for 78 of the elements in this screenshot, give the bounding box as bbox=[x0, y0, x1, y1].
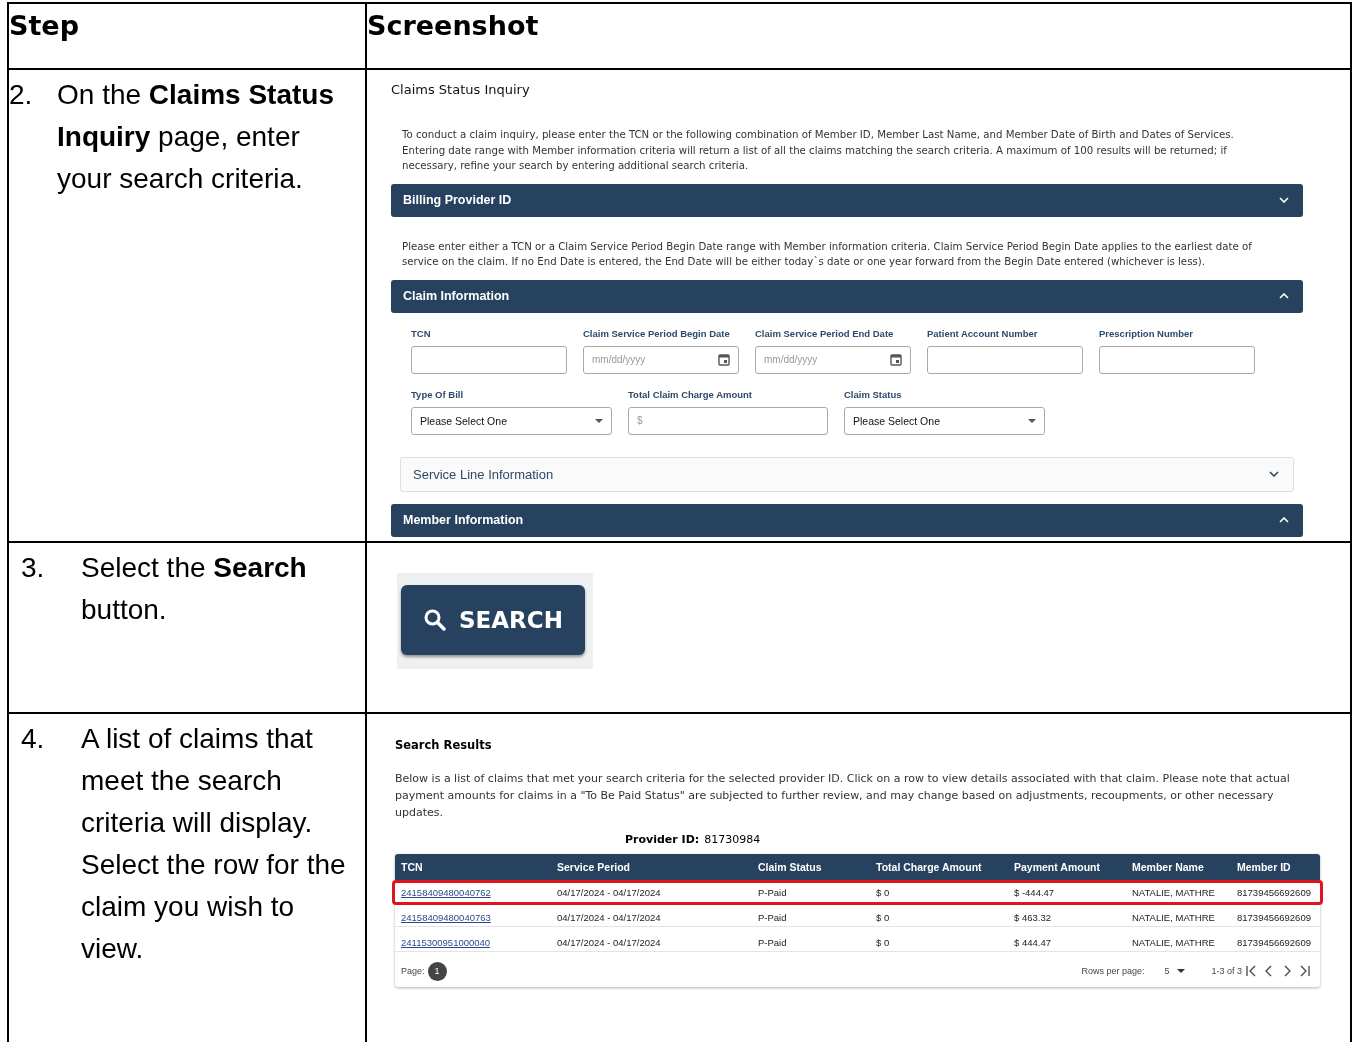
claim-row[interactable]: 24158409480040763 04/17/2024 - 04/17/2024 P-Paid $ 0 $ 463.32 NATALIE, MATHRE 81739456692609 bbox=[392, 905, 1323, 930]
table-cell-text: $ 0 bbox=[876, 937, 891, 948]
table-cell-text: 04/17/2024 - 04/17/2024 bbox=[557, 912, 662, 923]
field-label: Claim Service Period Begin Date bbox=[583, 326, 731, 340]
page-number[interactable]: 1 bbox=[427, 961, 447, 981]
input-field[interactable] bbox=[411, 345, 567, 374]
claim-row[interactable]: 24115300951000040 04/17/2024 - 04/17/2024 P-Paid $ 0 $ 444.47 NATALIE, MATHRE 81739456692609 bbox=[392, 930, 1323, 955]
input-field[interactable] bbox=[1099, 345, 1255, 374]
dropdown[interactable]: Please Select One bbox=[844, 406, 1045, 435]
field-label: Total Claim Charge Amount bbox=[628, 387, 754, 401]
table-cell-text: NATALIE, MATHRE bbox=[1132, 937, 1216, 948]
table-cell-text: 81739456692609 bbox=[1237, 937, 1312, 948]
page-range: 1-3 of 3 bbox=[1211, 966, 1242, 976]
section-header[interactable]: Member Information bbox=[391, 503, 1303, 537]
collapse-icon[interactable] bbox=[1279, 293, 1289, 299]
caret-icon bbox=[595, 418, 603, 423]
intro-text: To conduct a claim inquiry, please enter the TCN or the following combination of Member ID, Member Last Name, and Member Date of Birth and Dates of Services. Entering date range with Member information criteria will return a list of all the claims matching the search criteria. A maximum of 100 results will be returned; if necessary, refine your search by entering additional search criteria. bbox=[402, 128, 1235, 173]
search-button[interactable]: SEARCH bbox=[401, 585, 585, 655]
column-header: Total Charge Amount bbox=[876, 861, 983, 873]
table-cell-text: P-Paid bbox=[758, 912, 788, 923]
table-cell-text: 04/17/2024 - 04/17/2024 bbox=[557, 937, 662, 948]
table-cell-text: $ -444.47 bbox=[1014, 887, 1056, 898]
caret-icon bbox=[1028, 418, 1036, 423]
instruction-text: Please enter either a TCN or a Claim Service Period Begin Date range with Member information criteria. Claim Service Period Begin Date applies to the earliest date of service on the claim. If no End Date is entered, the End Date will be either today`s date or one year forward from the Begin Date entered (whichever is less). bbox=[402, 239, 1253, 269]
field-label: Claim Service Period End Date bbox=[755, 326, 895, 340]
table-cell-text: $ 463.32 bbox=[1014, 912, 1052, 923]
table-cell-text: $ 444.47 bbox=[1014, 937, 1052, 948]
step-text: On the Claims Status Inquiry page, enter your search criteria. bbox=[57, 78, 335, 196]
step-text: Select the Search button. bbox=[81, 551, 308, 627]
collapse-icon[interactable] bbox=[1279, 517, 1289, 523]
column-header: TCN bbox=[401, 861, 424, 873]
step-text: A list of claims that meet the search criteria will display. Select the row for the claim you wish to view. bbox=[81, 722, 347, 966]
table-cell-text: NATALIE, MATHRE bbox=[1132, 887, 1216, 898]
table-cell-text: 81739456692609 bbox=[1237, 887, 1312, 898]
section-header[interactable]: Service Line Information bbox=[400, 456, 1294, 492]
table-cell-text: 04/17/2024 - 04/17/2024 bbox=[557, 887, 662, 898]
input-field[interactable] bbox=[927, 345, 1083, 374]
rows-per-page-select[interactable]: 5 bbox=[1164, 966, 1186, 976]
column-header: Claim Status bbox=[758, 861, 823, 873]
field-label: Type Of Bill bbox=[411, 387, 465, 401]
step-number: 3. bbox=[20, 551, 46, 585]
table-cell-text: P-Paid bbox=[758, 887, 788, 898]
section-header[interactable]: Billing Provider ID bbox=[391, 183, 1303, 217]
column-header: Service Period bbox=[557, 861, 631, 873]
tcn-link[interactable]: 24158409480040763 bbox=[401, 912, 557, 923]
step-number: 2. bbox=[9, 78, 34, 112]
field-label: TCN bbox=[411, 326, 432, 340]
dropdown[interactable]: Please Select One bbox=[411, 406, 612, 435]
calendar-icon[interactable] bbox=[890, 353, 902, 366]
table-cell-text: NATALIE, MATHRE bbox=[1132, 912, 1216, 923]
provider-id: 81730984 bbox=[704, 833, 761, 846]
column-header: Screenshot bbox=[367, 10, 539, 41]
step-number: 4. bbox=[20, 722, 46, 756]
table-cell-text: P-Paid bbox=[758, 937, 788, 948]
field-label: Prescription Number bbox=[1099, 326, 1194, 340]
claim-row[interactable]: 24158409480040762 04/17/2024 - 04/17/2024 P-Paid $ 0 $ -444.47 NATALIE, MATHRE 81739456692609 bbox=[392, 880, 1323, 905]
table-cell-text: 81739456692609 bbox=[1237, 912, 1312, 923]
section-header[interactable]: Claim Information bbox=[391, 279, 1303, 313]
page-title: Claims Status Inquiry bbox=[391, 82, 531, 97]
column-header: Step bbox=[9, 10, 79, 41]
page-label: Page: bbox=[401, 966, 425, 976]
column-header: Member ID bbox=[1237, 861, 1292, 873]
tcn-link[interactable]: 24158409480040762 bbox=[401, 887, 557, 898]
calendar-icon[interactable] bbox=[718, 353, 730, 366]
caret-icon bbox=[1177, 969, 1186, 973]
results-description: Below is a list of claims that met your search criteria for the selected provider ID. Click on a row to view details associated with that claim. Please note that actual payment amounts for claims in a "To Be Paid Status" are subjected to further review, and may change based on adjustments, recoupments, or other necessary updates. bbox=[395, 771, 1291, 821]
table-cell-text: $ 0 bbox=[876, 912, 891, 923]
field-label: Claim Status bbox=[844, 387, 903, 401]
column-header: Payment Amount bbox=[1014, 861, 1101, 873]
field-label: Patient Account Number bbox=[927, 326, 1039, 340]
search-icon bbox=[423, 608, 448, 632]
rows-per-page-label: Rows per page: bbox=[1081, 966, 1145, 976]
column-header: Member Name bbox=[1132, 861, 1205, 873]
expand-icon[interactable] bbox=[1269, 471, 1279, 477]
tcn-link[interactable]: 24115300951000040 bbox=[401, 937, 557, 948]
table-cell-text: $ 0 bbox=[876, 887, 891, 898]
provider-label: Provider ID: bbox=[625, 833, 700, 846]
results-title: Search Results bbox=[395, 738, 493, 752]
